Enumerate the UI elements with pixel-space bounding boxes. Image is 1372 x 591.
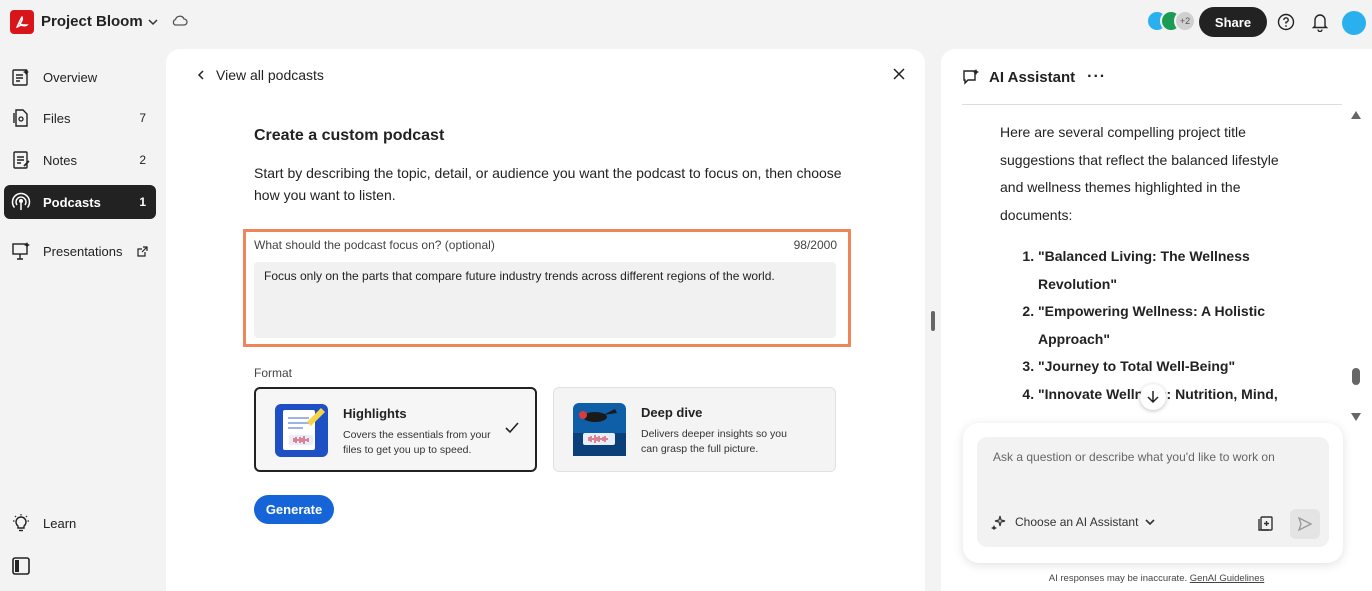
sidebar-item-label: Overview [43,69,98,85]
sidebar-item-presentations[interactable]: Presentations [4,234,156,268]
sidebar-item-count: 2 [139,153,146,167]
close-icon[interactable] [893,68,905,83]
sidebar-item-notes[interactable]: Notes 2 [4,143,156,177]
scroll-down-arrow-icon[interactable] [1351,409,1361,424]
focus-textarea[interactable]: Focus only on the parts that compare fut… [254,262,836,338]
generate-button[interactable]: Generate [254,495,334,524]
choose-assistant-label: Choose an AI Assistant [1015,515,1139,529]
disclaimer-text: AI responses may be inaccurate. [1048,573,1188,584]
highlights-thumbnail [275,404,328,457]
ai-prompt-composer: Ask a question or describe what you'd li… [963,423,1343,563]
sidebar-item-label: Learn [43,515,77,531]
view-all-podcasts-link[interactable]: View all podcasts [196,67,324,83]
podcasts-icon [10,191,32,213]
panel-toggle-icon [10,555,32,577]
send-button[interactable] [1290,509,1320,539]
ai-disclaimer: AI responses may be inaccurate. GenAI Gu… [941,573,1372,584]
external-link-icon [137,245,148,260]
project-title[interactable]: Project Bloom [41,13,143,30]
sidebar-item-label: Presentations [43,243,123,259]
sidebar-item-overview[interactable]: Overview [4,60,156,94]
notes-icon [10,149,32,171]
files-icon [10,107,32,129]
format-option-highlights[interactable]: Highlights Covers the essentials from yo… [254,387,537,472]
ai-assistant-header: AI Assistant ··· [962,68,1106,86]
choose-assistant-dropdown[interactable]: Choose an AI Assistant [991,514,1156,530]
divider [962,104,1342,105]
format-title: Deep dive [641,405,703,420]
notifications-bell-icon[interactable] [1311,12,1329,35]
lightbulb-icon [10,512,32,534]
list-item: "Empowering Wellness: A Holistic Approac… [1038,298,1300,353]
prompt-input[interactable]: Ask a question or describe what you'd li… [977,437,1329,547]
format-option-deep-dive[interactable]: Deep dive Delivers deeper insights so yo… [553,387,836,472]
format-title: Highlights [343,406,407,421]
list-item: "Journey to Total Well-Being" [1038,353,1300,381]
prompt-placeholder: Ask a question or describe what you'd li… [993,450,1275,464]
ai-response: Here are several compelling project titl… [1000,119,1300,414]
page-title: Create a custom podcast [254,127,445,144]
podcast-creation-panel: View all podcasts Create a custom podcas… [166,49,925,591]
chevron-left-icon [197,70,204,80]
checkmark-icon [505,422,519,437]
panel-resize-handle[interactable] [931,311,935,331]
scroll-up-arrow-icon[interactable] [1351,107,1361,122]
format-description: Covers the essentials from your files to… [343,429,491,456]
focus-field-group: What should the podcast focus on? (optio… [243,229,851,347]
ai-assistant-panel: AI Assistant ··· Here are several compel… [941,49,1372,591]
sidebar-item-learn[interactable]: Learn [4,506,156,540]
send-icon [1298,517,1312,531]
more-options-icon[interactable]: ··· [1087,68,1106,86]
chevron-down-icon[interactable] [146,15,160,32]
sidebar-item-count: 1 [139,195,146,209]
overview-icon [10,66,32,88]
top-bar: Project Bloom +2 Share [0,0,1372,46]
cloud-icon [170,13,188,32]
genai-guidelines-link[interactable]: GenAI Guidelines [1190,573,1264,584]
arrow-down-icon [1147,391,1159,404]
presentations-icon [10,240,32,262]
sidebar-item-label: Notes [43,152,77,168]
avatar-overflow-count[interactable]: +2 [1174,10,1196,32]
list-item: "Balanced Living: The Wellness Revolutio… [1038,243,1300,298]
scrollbar-thumb[interactable] [1352,368,1360,385]
attach-files-icon[interactable] [1257,514,1275,535]
ai-response-intro: Here are several compelling project titl… [1000,124,1279,223]
page-description: Start by describing the topic, detail, o… [254,165,842,203]
sparkle-icon [991,515,1006,530]
sidebar-item-label: Files [43,110,71,126]
focus-label: What should the podcast focus on? (optio… [254,238,495,252]
sidebar-item-count: 7 [139,111,146,125]
sidebar-item-label: Podcasts [43,194,101,210]
help-icon[interactable] [1277,13,1295,34]
deep-dive-thumbnail [573,403,626,456]
back-label: View all podcasts [216,67,324,83]
sidebar-item-podcasts[interactable]: Podcasts 1 [4,185,156,219]
ai-assistant-title: AI Assistant [989,68,1076,86]
user-avatar[interactable] [1342,11,1366,35]
sidebar-item-files[interactable]: Files 7 [4,101,156,135]
ai-chat-icon [963,69,979,85]
acrobat-logo-icon[interactable] [10,10,34,34]
list-item: "Innovate Wellness: Nutrition, Mind, and… [1038,381,1300,415]
character-count: 98/2000 [793,238,837,252]
scroll-to-bottom-button[interactable] [1140,384,1166,410]
toggle-sidebar-button[interactable] [4,549,156,583]
format-description: Delivers deeper insights so you can gras… [641,428,787,455]
share-button[interactable]: Share [1199,7,1267,37]
format-label: Format [254,366,293,380]
collaborator-avatars[interactable]: +2 [1146,10,1198,34]
chevron-down-icon [1145,519,1155,526]
